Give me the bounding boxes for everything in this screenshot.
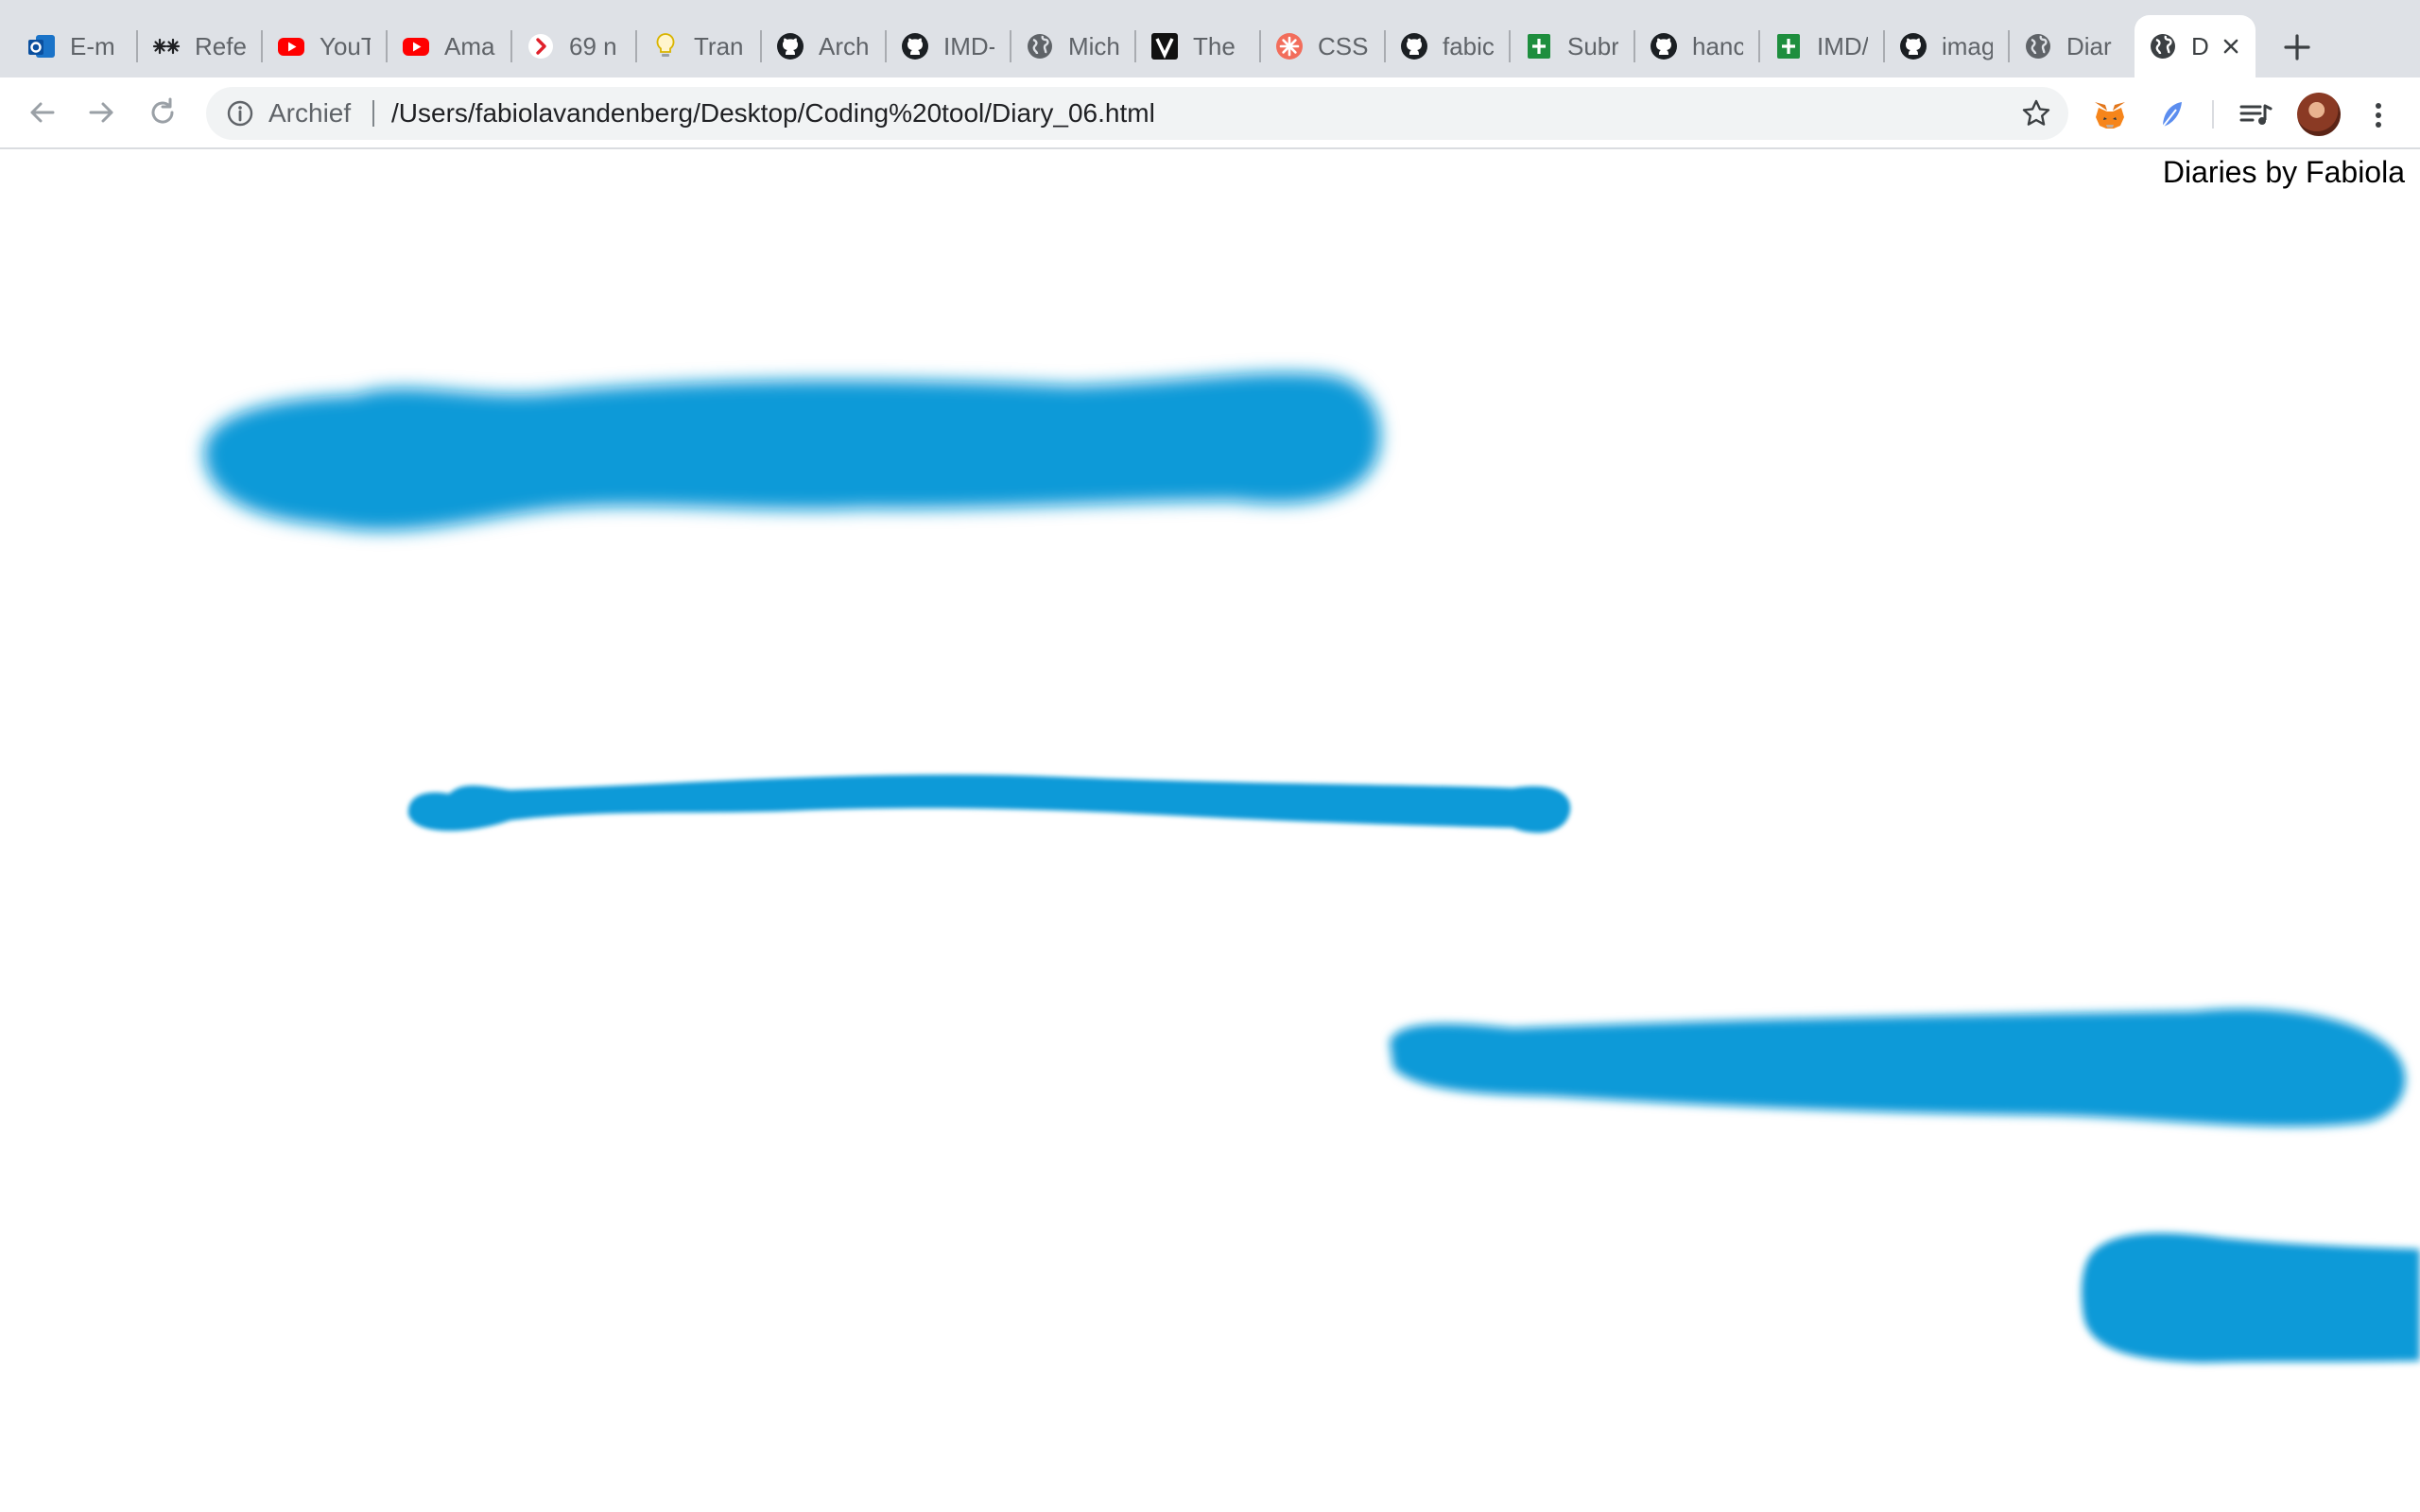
tab-label: D (2191, 31, 2209, 60)
tab[interactable]: hanc (1635, 15, 1760, 77)
globe-icon (2148, 31, 2178, 61)
url-text[interactable]: /Users/fabiolavandenberg/Desktop/Coding%… (391, 98, 1155, 129)
css-burst-icon (1274, 31, 1305, 61)
paint-stroke-image (2061, 1210, 2420, 1399)
tab-label: IMD/ (1817, 31, 1868, 60)
tab-label: E-m (70, 31, 115, 60)
address-bar[interactable]: Archief /Users/fabiolavandenberg/Desktop… (206, 87, 2068, 140)
tab[interactable]: IMD/ (1760, 15, 1885, 77)
tab-label: CSS (1318, 31, 1369, 60)
tab-active[interactable]: D (2135, 15, 2256, 77)
back-button[interactable] (23, 94, 60, 131)
tab[interactable]: The (1136, 15, 1261, 77)
bookmark-star-icon[interactable] (2019, 96, 2053, 130)
chevron-badge-icon (526, 31, 556, 61)
paint-stroke-image (1380, 954, 2420, 1191)
tab-label: Arch (819, 31, 870, 60)
tab[interactable]: Subr (1511, 15, 1635, 77)
close-tab-icon[interactable] (2216, 31, 2246, 61)
youtube-icon (276, 31, 306, 61)
tab[interactable]: E-m (13, 15, 138, 77)
tab-label: The (1193, 31, 1236, 60)
arrow-left-icon (30, 102, 55, 123)
tab[interactable]: IMD- (887, 15, 1011, 77)
tab-label: YouT (320, 31, 371, 60)
paint-stroke-image (185, 340, 1405, 558)
globe-icon (1025, 31, 1055, 61)
github-icon (1898, 31, 1928, 61)
youtube-icon (401, 31, 431, 61)
tab[interactable]: Ama (388, 15, 512, 77)
tab-strip: E-m Refe YouT Ama 69 n Tran Arch IMD- Mi… (0, 0, 2420, 77)
github-icon (775, 31, 805, 61)
tab-label: Tran (694, 31, 744, 60)
tab-label: imag (1942, 31, 1993, 60)
address-divider (372, 100, 374, 127)
media-controls-icon[interactable] (2237, 96, 2274, 134)
globe-icon (2023, 31, 2053, 61)
tab-label: fabic (1443, 31, 1494, 60)
tab[interactable]: Refe (138, 15, 263, 77)
browser-toolbar: Archief /Users/fabiolavandenberg/Desktop… (0, 77, 2420, 149)
v-logo-icon (1150, 31, 1180, 61)
tab-label: Diar (2066, 31, 2112, 60)
tab[interactable]: CSS (1261, 15, 1386, 77)
tab[interactable]: Arch (762, 15, 887, 77)
tab[interactable]: fabic (1386, 15, 1511, 77)
security-chip[interactable]: Archief (268, 98, 351, 129)
tab[interactable]: imag (1885, 15, 2010, 77)
tab-label: Refe (195, 31, 246, 60)
lightbulb-icon (650, 31, 681, 61)
tab-label: Subr (1567, 31, 1618, 60)
github-icon (900, 31, 930, 61)
tab-label: Mich (1068, 31, 1119, 60)
tab-label: Ama (444, 31, 495, 60)
profile-avatar[interactable] (2297, 93, 2341, 136)
tab-label: IMD- (943, 31, 994, 60)
plus-icon (2284, 34, 2310, 60)
new-tab-button[interactable] (2278, 28, 2316, 66)
reload-button[interactable] (144, 94, 182, 131)
metamask-icon[interactable] (2091, 96, 2129, 134)
tab[interactable]: YouT (263, 15, 388, 77)
tab[interactable]: Mich (1011, 15, 1136, 77)
sheets-icon (1773, 31, 1804, 61)
tab[interactable]: Diar (2010, 15, 2135, 77)
info-icon[interactable] (225, 98, 255, 129)
site-title: Diaries by Fabiola (2162, 155, 2405, 189)
page-viewport: Diaries by Fabiola (0, 151, 2420, 1512)
feather-extension-icon[interactable] (2153, 96, 2191, 134)
toolbar-divider (2212, 100, 2214, 129)
tab[interactable]: 69 n (512, 15, 637, 77)
tab-label: 69 n (569, 31, 617, 60)
paint-stroke-image (397, 747, 1579, 850)
menu-kebab-icon[interactable] (2360, 96, 2397, 134)
github-icon (1649, 31, 1679, 61)
tab[interactable]: Tran (637, 15, 762, 77)
tab-label: hanc (1692, 31, 1743, 60)
sheets-icon (1524, 31, 1554, 61)
forward-button[interactable] (83, 94, 121, 131)
reload-icon (151, 97, 174, 124)
arrow-right-icon (89, 102, 113, 123)
github-icon (1399, 31, 1429, 61)
tab-list: E-m Refe YouT Ama 69 n Tran Arch IMD- Mi… (13, 15, 2256, 77)
asterisk-icon (151, 31, 182, 61)
outlook-icon (26, 31, 57, 61)
